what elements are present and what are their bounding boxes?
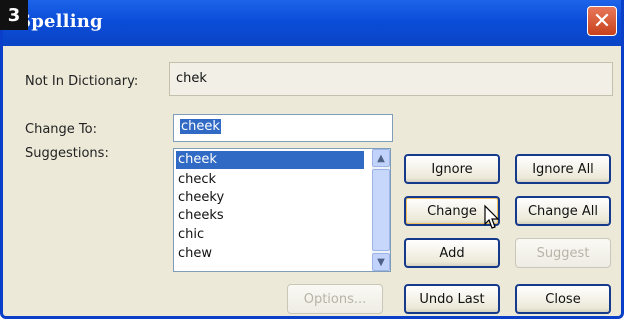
chevron-down-icon[interactable]: ▼ [372, 253, 390, 271]
chevron-up-icon[interactable]: ▲ [372, 149, 390, 167]
not-in-dictionary-value: chek [176, 71, 207, 86]
ignore-button[interactable]: Ignore [404, 154, 500, 184]
suggestion-item[interactable]: chic [176, 226, 364, 244]
suggestion-item[interactable]: cheeks [176, 207, 364, 225]
change-all-button[interactable]: Change All [515, 196, 611, 226]
close-button[interactable]: Close [515, 284, 611, 314]
suggestion-item-selected[interactable]: cheek [176, 151, 364, 169]
suggestions-list[interactable]: cheek check cheeky cheeks chic chew ▲ ▼ [173, 148, 391, 272]
dialog-title: Spelling [18, 11, 103, 32]
title-bar[interactable]: Spelling ✕ [3, 0, 621, 46]
options-button: Options... [287, 284, 383, 314]
add-button[interactable]: Add [404, 238, 500, 268]
mouse-pointer-icon [484, 204, 500, 229]
change-to-value: cheek [180, 119, 221, 134]
undo-last-button[interactable]: Undo Last [404, 284, 500, 314]
suggestion-item[interactable]: chew [176, 245, 364, 263]
ignore-all-button[interactable]: Ignore All [515, 154, 611, 184]
scroll-thumb[interactable] [372, 169, 390, 251]
suggestions-scrollbar[interactable]: ▲ ▼ [372, 149, 390, 271]
suggestions-label: Suggestions: [25, 146, 109, 161]
suggestion-item[interactable]: cheeky [176, 189, 364, 207]
suggest-button: Suggest [515, 238, 611, 268]
suggestion-item[interactable]: check [176, 171, 364, 189]
spelling-dialog: Spelling ✕ Not In Dictionary: chek Chang… [0, 0, 624, 319]
change-to-label: Change To: [25, 122, 97, 137]
step-number-badge: 3 [0, 0, 28, 30]
not-in-dictionary-label: Not In Dictionary: [25, 74, 139, 89]
not-in-dictionary-field: chek [169, 62, 613, 96]
change-to-input[interactable]: cheek [173, 114, 393, 142]
close-icon[interactable]: ✕ [587, 6, 617, 36]
